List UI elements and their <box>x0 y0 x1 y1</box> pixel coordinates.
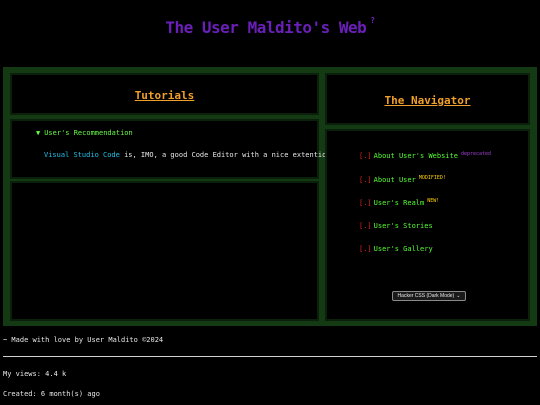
tutorials-empty-box <box>10 181 319 321</box>
created-info: Created: 6 month(s) ago <box>3 390 100 398</box>
vscode-link[interactable]: Visual Studio Code <box>44 151 120 159</box>
tutorials-content-box: ▼ User's Recommendation Visual Studio Cod… <box>10 119 343 179</box>
recommendation-summary[interactable]: ▼ User's Recommendation <box>36 129 133 137</box>
tutorials-header-box: Tutorials <box>10 73 319 115</box>
nav-link-label[interactable]: User's Stories <box>374 222 433 230</box>
recommendation-summary-label: User's Recommendation <box>44 129 133 137</box>
deprecated-badge: deprecated <box>460 151 492 157</box>
nav-item-users-realm[interactable]: [.] User's Realm NEW! <box>359 198 491 222</box>
nav-item-users-gallery[interactable]: [.] User's Gallery <box>359 245 491 269</box>
nav-item-about-user[interactable]: [.] About User MODIFIED! <box>359 175 491 199</box>
title-superscript: ? <box>370 16 375 25</box>
theme-select-value: Hacker CSS (Dark Mode) <box>397 293 455 299</box>
nav-bracket: [.] <box>359 175 372 184</box>
nav-item-about-website[interactable]: [.] About User's Website deprecated <box>359 151 491 175</box>
page: The User Maldito's Web? Tutorials ▼ User'… <box>0 0 540 405</box>
site-title: The User Maldito's Web? <box>0 16 540 37</box>
nav-link-label[interactable]: User's Gallery <box>374 245 433 253</box>
nav-link-label[interactable]: About User's Website <box>374 152 458 160</box>
triangle-down-icon: ▼ <box>36 129 41 137</box>
nav-bracket: [.] <box>359 199 372 207</box>
navigator-content-box: [.] About User's Website deprecated [.] Abo… <box>325 129 530 321</box>
nav-bracket: [.] <box>359 221 372 230</box>
modified-badge: MODIFIED! <box>418 174 446 181</box>
main-frame: Tutorials ▼ User's Recommendation Visual … <box>3 67 537 326</box>
new-badge: NEW! <box>427 198 440 204</box>
navigator-header-box: The Navigator <box>325 73 530 125</box>
site-title-text: The User Maldito's Web <box>165 18 367 37</box>
nav-link-label[interactable]: About User <box>374 176 416 184</box>
views-counter: My views: 4.4 k <box>3 370 67 378</box>
chevron-down-icon: ⌄ <box>456 293 461 299</box>
nav-bracket: [.] <box>359 245 372 253</box>
navigator-list: [.] About User's Website deprecated [.] Abo… <box>359 151 491 269</box>
recommendation-rest: is, IMO, a good Code Editor with a nice … <box>119 151 344 159</box>
nav-link-label[interactable]: User's Realm <box>374 199 425 207</box>
footer-credit: ~ Made with love by User Maldito ©2024 <box>3 336 164 344</box>
tutorials-title-link[interactable]: Tutorials <box>12 89 317 102</box>
footer-divider <box>3 356 537 357</box>
recommendation-text: Visual Studio Code is, IMO, a good Code … <box>44 151 343 159</box>
theme-select[interactable]: Hacker CSS (Dark Mode) ⌄ <box>392 291 466 301</box>
navigator-title-link[interactable]: The Navigator <box>327 94 528 107</box>
nav-item-users-stories[interactable]: [.] User's Stories <box>359 222 491 246</box>
nav-bracket: [.] <box>359 152 372 160</box>
